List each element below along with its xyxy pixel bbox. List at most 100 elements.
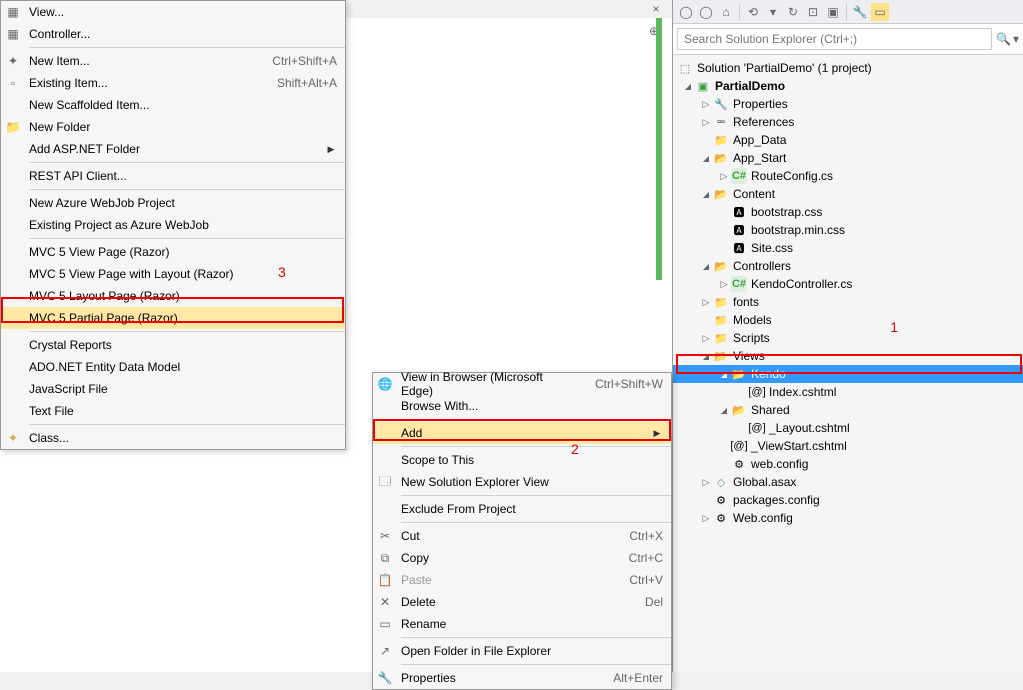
menu-existing-webjob[interactable]: Existing Project as Azure WebJob [1,214,345,236]
menu-new-webjob[interactable]: New Azure WebJob Project [1,192,345,214]
config-icon: ⚙ [713,492,729,508]
search-input[interactable] [677,28,992,50]
menu-class[interactable]: ✦Class... [1,427,345,449]
tree-models[interactable]: 📁Models [673,311,1023,329]
menu-view[interactable]: ▦View... [1,1,345,23]
menu-rename[interactable]: ▭Rename [373,613,671,635]
tree-global-asax[interactable]: ◇Global.asax [673,473,1023,491]
menu-scope-to-this[interactable]: Scope to This [373,449,671,471]
folder-icon: 📂 [713,258,729,274]
class-icon: ✦ [1,431,25,445]
tree-bootstrap-css[interactable]: 🅰bootstrap.css [673,203,1023,221]
tree-controllers[interactable]: 📂Controllers [673,257,1023,275]
tree-references[interactable]: ▫▫References [673,113,1023,131]
menu-scaffolded[interactable]: New Scaffolded Item... [1,94,345,116]
menu-crystal[interactable]: Crystal Reports [1,334,345,356]
css-icon: 🅰 [731,204,747,220]
annotation-1: 1 [890,319,898,335]
project-label: PartialDemo [715,79,785,93]
search-dropdown-icon[interactable]: ▾ [1013,32,1019,46]
menu-js-file[interactable]: JavaScript File [1,378,345,400]
menu-controller[interactable]: ▦Controller... [1,23,345,45]
tree-kendo-folder[interactable]: 📂Kendo [673,365,1023,383]
tree-webconfig[interactable]: ⚙web.config [673,455,1023,473]
menu-asp-folder[interactable]: Add ASP.NET Folder▶ [1,138,345,160]
menu-exclude[interactable]: Exclude From Project [373,498,671,520]
explorer-icon: 🗔 [373,472,397,493]
menu-paste: 📋PasteCtrl+V [373,569,671,591]
tree-properties[interactable]: 🔧Properties [673,95,1023,113]
context-menu-folder: 🌐View in Browser (Microsoft Edge)Ctrl+Sh… [372,372,672,690]
paste-icon: 📋 [373,573,397,587]
tree-scripts[interactable]: 📁Scripts [673,329,1023,347]
cshtml-icon: [@] [731,438,747,454]
tree-viewstart[interactable]: [@]_ViewStart.cshtml [673,437,1023,455]
forward-icon[interactable]: ◯ [697,3,715,21]
tree-bootstrap-min[interactable]: 🅰bootstrap.min.css [673,221,1023,239]
menu-existing-item[interactable]: ▫Existing Item...Shift+Alt+A [1,72,345,94]
cs-icon: C# [731,168,747,184]
menu-new-folder[interactable]: 📁New Folder [1,116,345,138]
tree-index-cshtml[interactable]: [@]Index.cshtml [673,383,1023,401]
menu-mvc5-view[interactable]: MVC 5 View Page (Razor) [1,241,345,263]
folder-icon: 📂 [731,402,747,418]
folder-icon: 📂 [713,150,729,166]
refresh-icon[interactable]: ↻ [784,3,802,21]
tree-webconfig2[interactable]: ⚙Web.config [673,509,1023,527]
tree-kendocontroller[interactable]: C#KendoController.cs [673,275,1023,293]
menu-new-explorer-view[interactable]: 🗔New Solution Explorer View [373,471,671,493]
references-icon: ▫▫ [713,114,729,130]
tree-views[interactable]: 📂Views [673,347,1023,365]
close-icon[interactable]: × [649,2,663,16]
menu-open-folder[interactable]: ↗Open Folder in File Explorer [373,640,671,662]
menu-browse-with[interactable]: Browse With... [373,395,671,417]
tree-layout-cshtml[interactable]: [@]_Layout.cshtml [673,419,1023,437]
solution-icon: ⬚ [677,60,693,76]
menu-copy[interactable]: ⧉CopyCtrl+C [373,547,671,569]
tree-routeconfig[interactable]: C#RouteConfig.cs [673,167,1023,185]
controller-icon: ▦ [1,27,25,41]
back-icon[interactable]: ◯ [677,3,695,21]
solution-label: Solution 'PartialDemo' (1 project) [697,61,872,75]
folder-icon: 📁 [713,132,729,148]
menu-add[interactable]: Add▶ [373,422,671,444]
tree-appstart[interactable]: 📂App_Start [673,149,1023,167]
menu-ado-net[interactable]: ADO.NET Entity Data Model [1,356,345,378]
config-icon: ⚙ [713,510,729,526]
tree-appdata[interactable]: 📁App_Data [673,131,1023,149]
menu-text-file[interactable]: Text File [1,400,345,422]
menu-view-in-browser[interactable]: 🌐View in Browser (Microsoft Edge)Ctrl+Sh… [373,373,671,395]
dropdown-icon[interactable]: ▾ [764,3,782,21]
menu-properties[interactable]: 🔧PropertiesAlt+Enter [373,667,671,689]
sync-icon[interactable]: ⟲ [744,3,762,21]
solution-node[interactable]: ⬚ Solution 'PartialDemo' (1 project) [673,59,1023,77]
properties-icon[interactable]: 🔧 [851,3,869,21]
tree-content[interactable]: 📂Content [673,185,1023,203]
menu-mvc5-view-layout[interactable]: MVC 5 View Page with Layout (Razor) [1,263,345,285]
menu-delete[interactable]: ✕DeleteDel [373,591,671,613]
solution-tree: ⬚ Solution 'PartialDemo' (1 project) ▣ P… [673,55,1023,677]
home-icon[interactable]: ⌂ [717,3,735,21]
cut-icon: ✂ [373,529,397,543]
collapse-icon[interactable]: ⊡ [804,3,822,21]
tree-shared[interactable]: 📂Shared [673,401,1023,419]
cshtml-icon: [@] [749,384,765,400]
menu-new-item[interactable]: ✦New Item...Ctrl+Shift+A [1,50,345,72]
tree-packages-config[interactable]: ⚙packages.config [673,491,1023,509]
wrench-icon: 🔧 [713,96,729,112]
context-menu-add: ▦View... ▦Controller... ✦New Item...Ctrl… [0,0,346,450]
folder-icon: 📂 [713,186,729,202]
search-row: 🔍 ▾ [673,24,1023,55]
show-all-icon[interactable]: ▣ [824,3,842,21]
menu-cut[interactable]: ✂CutCtrl+X [373,525,671,547]
menu-mvc5-layout[interactable]: MVC 5 Layout Page (Razor) [1,285,345,307]
menu-rest-api[interactable]: REST API Client... [1,165,345,187]
folder-icon: 📁 [713,294,729,310]
tree-site-css[interactable]: 🅰Site.css [673,239,1023,257]
tree-fonts[interactable]: 📁fonts [673,293,1023,311]
project-node[interactable]: ▣ PartialDemo [673,77,1023,95]
explorer-toolbar: ◯ ◯ ⌂ ⟲ ▾ ↻ ⊡ ▣ 🔧 ▭ [673,0,1023,24]
search-icon[interactable]: 🔍 [996,32,1011,46]
preview-icon[interactable]: ▭ [871,3,889,21]
menu-mvc5-partial[interactable]: MVC 5 Partial Page (Razor) [1,307,345,329]
